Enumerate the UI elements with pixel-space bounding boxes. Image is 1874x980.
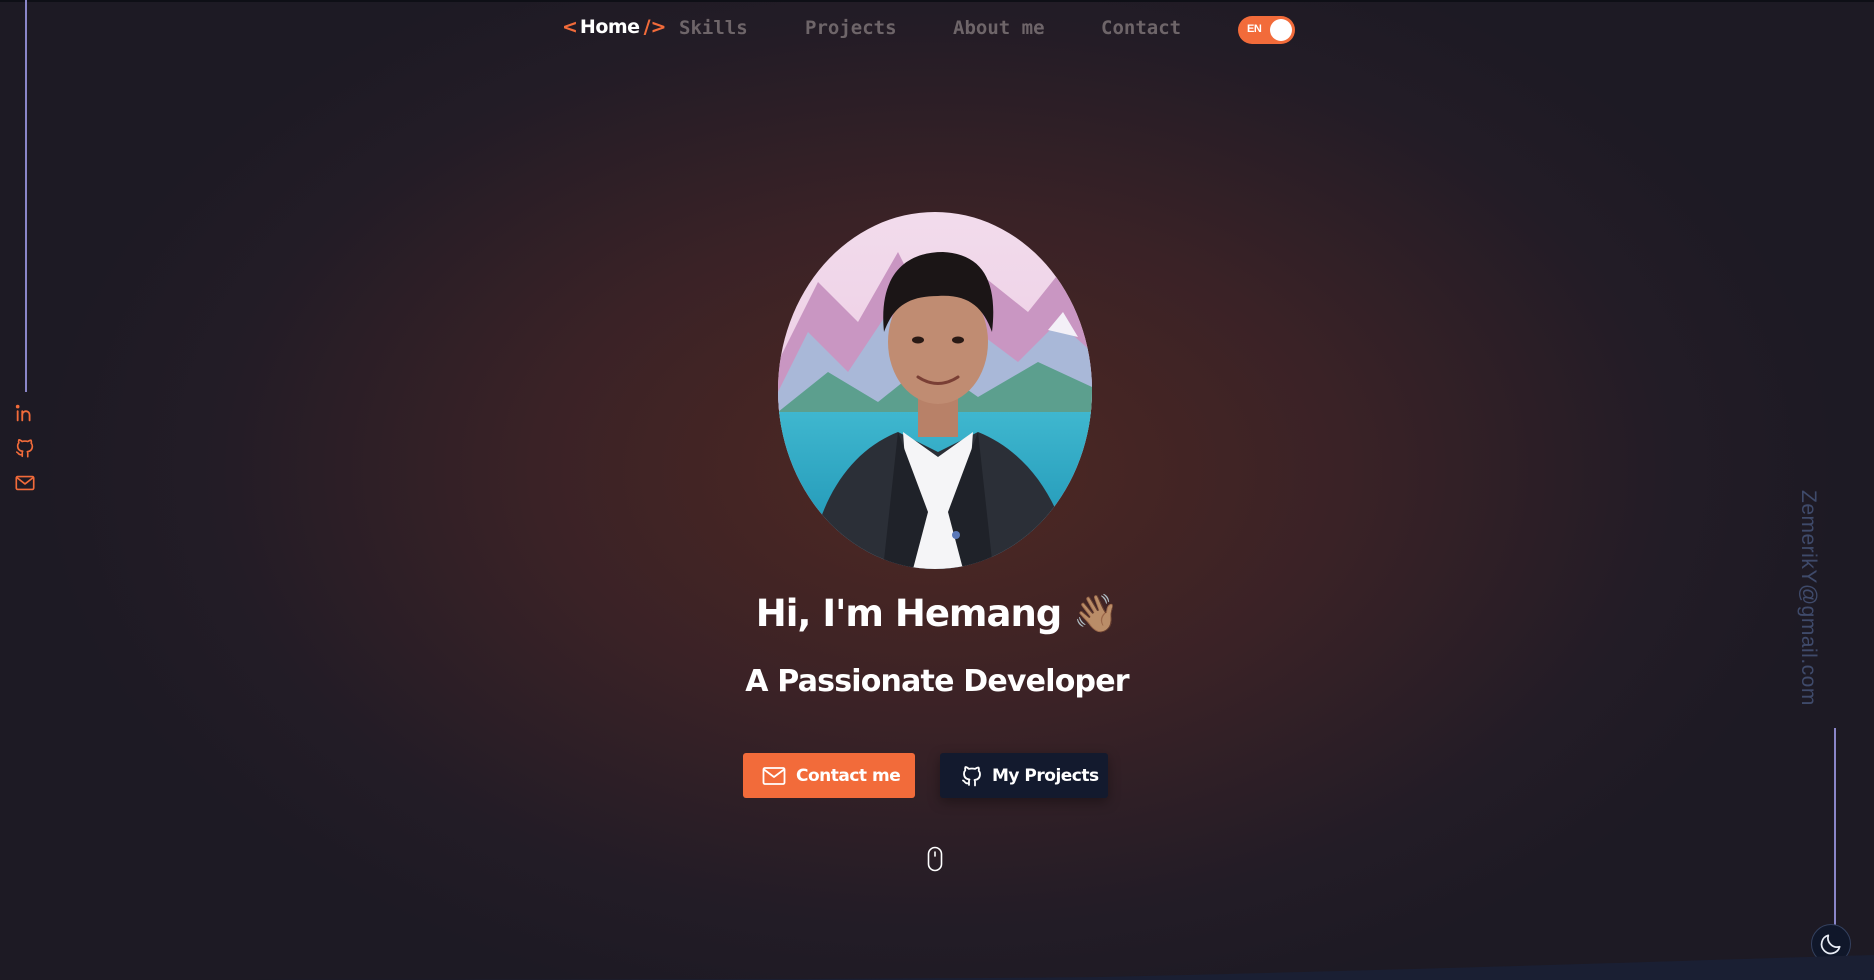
nav-home-link[interactable]: < Home /> (562, 16, 666, 38)
home-label: Home (579, 16, 640, 38)
mail-icon[interactable] (14, 472, 38, 496)
contact-me-button[interactable]: Contact me (743, 753, 915, 798)
language-toggle-label: EN (1247, 23, 1262, 35)
contact-me-label: Contact me (796, 765, 901, 786)
bottom-wave-decor (0, 955, 1874, 980)
nav-link-contact[interactable]: Contact (1101, 17, 1181, 39)
github-icon[interactable] (14, 437, 38, 461)
nav-link-about[interactable]: About me (953, 17, 1045, 39)
top-nav: < Home /> Skills Projects About me Conta… (0, 0, 1874, 58)
mail-icon (762, 765, 786, 787)
hero-subtitle: A Passionate Developer (745, 664, 1129, 699)
home-close-bracket: /> (643, 16, 667, 38)
scroll-down-mouse-icon[interactable] (927, 846, 943, 872)
right-decor-line (1834, 728, 1836, 928)
hero-greeting: Hi, I'm Hemang 👋🏽 (0, 592, 1874, 636)
toggle-knob (1270, 19, 1292, 41)
linkedin-icon[interactable] (14, 402, 38, 426)
nav-link-skills[interactable]: Skills (679, 17, 748, 39)
my-projects-label: My Projects (992, 765, 1099, 786)
greeting-text: Hi, I'm Hemang (755, 592, 1063, 635)
profile-photo (778, 212, 1092, 569)
language-toggle[interactable]: EN (1238, 16, 1295, 44)
moon-icon (1820, 934, 1841, 955)
wave-emoji: 👋🏽 (1073, 592, 1119, 635)
home-open-bracket: < (562, 16, 578, 38)
github-icon (960, 764, 984, 788)
nav-link-projects[interactable]: Projects (805, 17, 897, 39)
my-projects-button[interactable]: My Projects (940, 753, 1108, 798)
left-decor-line (25, 0, 27, 392)
